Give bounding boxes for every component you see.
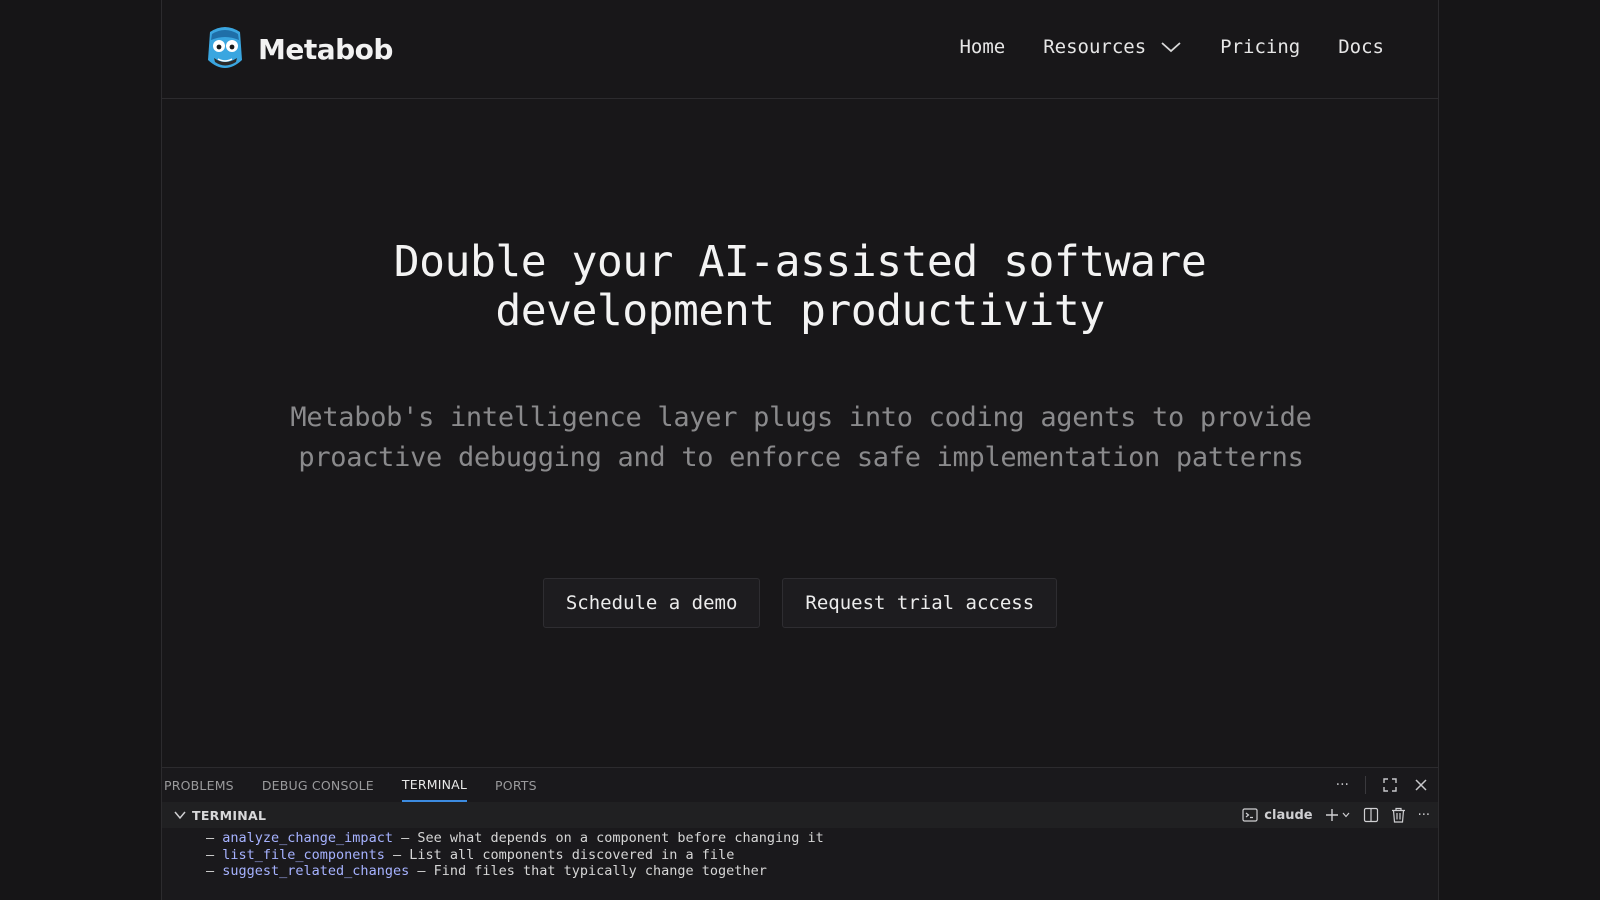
ide-bottom-panel: PROBLEMS DEBUG CONSOLE TERMINAL PORTS ··… — [162, 767, 1438, 900]
chevron-down-icon — [1161, 42, 1181, 53]
terminal-line: – list_file_components – List all compon… — [206, 846, 735, 863]
tool-name: suggest_related_changes — [222, 863, 410, 879]
nav-home[interactable]: Home — [959, 36, 1005, 58]
trash-icon — [1391, 807, 1405, 823]
nav-pricing[interactable]: Pricing — [1220, 36, 1300, 58]
panel-actions: ··· — [1336, 768, 1428, 802]
tool-name: list_file_components — [222, 846, 385, 863]
terminal-section-toggle[interactable]: TERMINAL — [174, 802, 266, 828]
hero-title: Double your AI-assisted software develop… — [162, 238, 1438, 336]
cta-row: Schedule a demo Request trial access — [162, 578, 1438, 628]
more-actions-button[interactable]: ··· — [1336, 777, 1349, 793]
metabob-logo-icon — [208, 27, 242, 68]
terminal-icon — [1242, 808, 1258, 822]
divider — [1365, 776, 1366, 794]
main-nav: Home Resources Pricing Docs — [959, 36, 1384, 58]
chevron-down-icon — [174, 811, 186, 820]
terminal-tools: claude ··· — [1242, 802, 1430, 828]
hero-subtitle: Metabob's intelligence layer plugs into … — [290, 402, 1312, 473]
terminal-line: – suggest_related_changes – Find files t… — [206, 863, 767, 879]
nav-docs[interactable]: Docs — [1338, 36, 1384, 58]
terminal-output[interactable]: – analyze_change_impact – See what depen… — [206, 830, 824, 880]
terminal-line: – analyze_change_impact – See what depen… — [206, 830, 824, 846]
tab-debug-console[interactable]: DEBUG CONSOLE — [262, 768, 374, 802]
nav-resources[interactable]: Resources — [1043, 36, 1182, 58]
terminal-instance-label: claude — [1264, 807, 1313, 823]
close-panel-button[interactable] — [1414, 778, 1428, 792]
schedule-demo-button[interactable]: Schedule a demo — [542, 578, 761, 628]
hero-title-line1: Double your AI-assisted software — [393, 237, 1207, 287]
brand-name: Metabob — [258, 32, 393, 66]
new-terminal-button[interactable] — [1325, 808, 1351, 822]
tab-ports[interactable]: PORTS — [495, 768, 537, 802]
maximize-panel-button[interactable] — [1382, 777, 1398, 793]
plus-icon — [1325, 809, 1350, 821]
split-icon — [1363, 807, 1378, 823]
hero-title-line2: development productivity — [495, 286, 1105, 336]
request-trial-button[interactable]: Request trial access — [782, 578, 1058, 628]
brand-logo[interactable]: Metabob — [204, 24, 393, 74]
terminal-more-button[interactable]: ··· — [1418, 808, 1430, 823]
tool-name: analyze_change_impact — [222, 830, 393, 846]
tab-terminal[interactable]: TERMINAL — [401, 768, 468, 802]
site-header: Metabob Home Resources Pricing Docs — [162, 0, 1438, 99]
split-terminal-button[interactable] — [1363, 807, 1379, 823]
page-frame: Metabob Home Resources Pricing Docs Doub… — [161, 0, 1439, 900]
terminal-instance-claude[interactable]: claude — [1242, 807, 1313, 823]
panel-tabs: PROBLEMS DEBUG CONSOLE TERMINAL PORTS — [164, 768, 565, 802]
terminal-section-label: TERMINAL — [192, 807, 267, 823]
terminal-section-bar: TERMINAL claude ··· — [162, 802, 1438, 828]
nav-resources-label: Resources — [1043, 36, 1147, 58]
tab-problems[interactable]: PROBLEMS — [164, 768, 234, 802]
kill-terminal-button[interactable] — [1391, 807, 1406, 823]
close-icon — [1415, 779, 1427, 791]
maximize-icon — [1383, 778, 1397, 792]
